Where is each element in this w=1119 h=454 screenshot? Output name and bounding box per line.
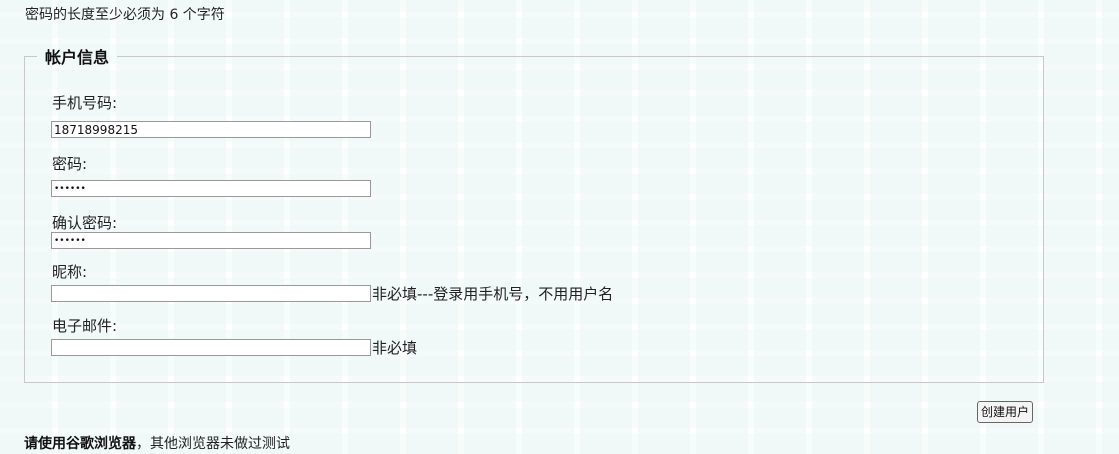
password-length-notice: 密码的长度至少必须为 6 个字符: [25, 7, 225, 23]
phone-label: 手机号码:: [52, 94, 118, 112]
browser-note-rest: ，其他浏览器未做过测试: [136, 436, 290, 452]
password-input[interactable]: [51, 180, 371, 197]
nickname-label: 昵称:: [52, 263, 88, 281]
create-user-button[interactable]: 创建用户: [977, 401, 1034, 423]
browser-note: 请使用谷歌浏览器，其他浏览器未做过测试: [24, 433, 290, 453]
email-input[interactable]: [51, 339, 371, 356]
confirm-password-input[interactable]: [51, 232, 371, 249]
phone-input[interactable]: [51, 121, 371, 138]
confirm-password-label: 确认密码:: [52, 214, 118, 232]
nickname-hint: 非必填---登录用手机号，不用用户名: [372, 285, 614, 303]
account-info-legend: 帐户信息: [45, 48, 110, 67]
email-hint: 非必填: [372, 339, 418, 357]
browser-note-bold: 请使用谷歌浏览器: [24, 436, 136, 452]
password-label: 密码:: [52, 155, 88, 173]
account-info-fieldset: 帐户信息: [24, 44, 1044, 383]
email-label: 电子邮件:: [52, 317, 118, 335]
nickname-input[interactable]: [51, 285, 371, 302]
